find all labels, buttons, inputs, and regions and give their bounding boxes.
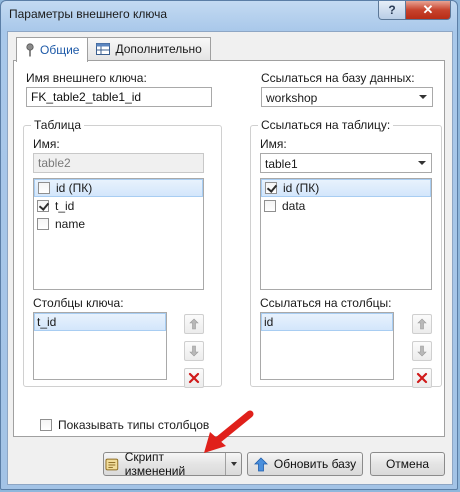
ref-columns-label: Ссылаться на столбцы: — [260, 296, 392, 310]
key-columns-label: Столбцы ключа: — [33, 296, 124, 310]
column-checkbox[interactable] — [37, 200, 49, 212]
list-item[interactable]: id — [261, 313, 393, 331]
list-item[interactable]: id (ПК) — [34, 179, 203, 197]
title-bar[interactable]: Параметры внешнего ключа ? ✕ — [1, 1, 457, 27]
tab-advanced[interactable]: Дополнительно — [87, 37, 211, 60]
table-name-label: Имя: — [33, 137, 60, 151]
pin-icon — [26, 43, 34, 57]
column-name: id (ПК) — [283, 181, 320, 195]
show-types-checkbox[interactable] — [40, 419, 52, 431]
close-button[interactable]: ✕ — [405, 1, 451, 20]
list-item[interactable]: t_id — [34, 197, 203, 215]
arrow-up-icon — [417, 318, 427, 330]
update-db-label: Обновить базу — [273, 457, 357, 471]
arrow-down-icon — [189, 345, 199, 357]
ref-table-value: table1 — [265, 157, 298, 171]
script-scroll-icon — [105, 458, 119, 470]
general-tab-panel: Имя внешнего ключа: Ссылаться на базу да… — [13, 60, 445, 437]
list-item[interactable]: name — [34, 215, 203, 233]
help-button[interactable]: ? — [378, 1, 406, 20]
column-checkbox[interactable] — [38, 182, 50, 194]
column-checkbox[interactable] — [264, 200, 276, 212]
key-columns-list[interactable]: t_id — [33, 312, 167, 380]
column-checkbox[interactable] — [37, 218, 49, 230]
table-columns-list[interactable]: id (ПК) t_id name — [33, 178, 204, 290]
ref-move-up-button[interactable] — [412, 314, 432, 334]
remove-column-button[interactable] — [184, 368, 204, 388]
key-column-name: t_id — [37, 315, 57, 329]
ref-table-group-title: Ссылаться на таблицу: — [258, 118, 394, 132]
arrow-down-icon — [417, 345, 427, 357]
ref-column-name: id — [264, 315, 274, 329]
ref-db-value: workshop — [266, 91, 318, 105]
window-title: Параметры внешнего ключа — [9, 7, 168, 21]
ref-table-group: Ссылаться на таблицу: Имя: table1 id (ПК… — [250, 118, 442, 388]
chevron-down-icon — [419, 95, 427, 99]
list-item[interactable]: data — [261, 197, 431, 215]
table-icon — [96, 43, 111, 55]
show-types-label: Показывать типы столбцов — [58, 418, 210, 432]
tab-strip: Общие Дополнительно — [16, 37, 211, 62]
ref-key-columns-list[interactable]: id — [260, 312, 394, 380]
ref-db-label: Ссылаться на базу данных: — [261, 71, 415, 85]
chevron-down-icon — [418, 161, 426, 165]
ref-columns-list[interactable]: id (ПК) data — [260, 178, 432, 290]
ref-db-select[interactable]: workshop — [261, 87, 433, 107]
ref-move-down-button[interactable] — [412, 341, 432, 361]
column-name: name — [55, 217, 86, 231]
table-group-title: Таблица — [31, 118, 85, 132]
delete-x-icon — [416, 372, 428, 384]
move-up-button[interactable] — [184, 314, 204, 334]
table-name-input — [33, 153, 204, 173]
show-types-option[interactable]: Показывать типы столбцов — [40, 418, 209, 432]
list-item[interactable]: t_id — [34, 313, 166, 331]
ref-table-name-label: Имя: — [260, 137, 287, 151]
column-checkbox[interactable] — [265, 182, 277, 194]
column-name: id (ПК) — [56, 181, 93, 195]
column-name: data — [282, 199, 306, 213]
fk-name-input[interactable] — [26, 87, 212, 107]
table-group: Таблица Имя: id (ПК) t_id name — [23, 118, 222, 388]
delete-x-icon — [188, 372, 200, 384]
move-down-button[interactable] — [184, 341, 204, 361]
tab-general[interactable]: Общие — [16, 37, 89, 62]
cancel-label: Отмена — [385, 457, 430, 471]
arrow-up-icon — [189, 318, 199, 330]
fk-name-label: Имя внешнего ключа: — [26, 71, 147, 85]
annotation-arrow-icon — [204, 410, 254, 453]
tab-advanced-label: Дополнительно — [115, 42, 202, 56]
ref-table-select[interactable]: table1 — [260, 153, 432, 173]
tab-general-label: Общие — [40, 43, 80, 57]
cancel-button[interactable]: Отмена — [370, 452, 445, 476]
list-item[interactable]: id (ПК) — [261, 179, 431, 197]
column-name: t_id — [55, 199, 75, 213]
ref-remove-column-button[interactable] — [412, 368, 432, 388]
